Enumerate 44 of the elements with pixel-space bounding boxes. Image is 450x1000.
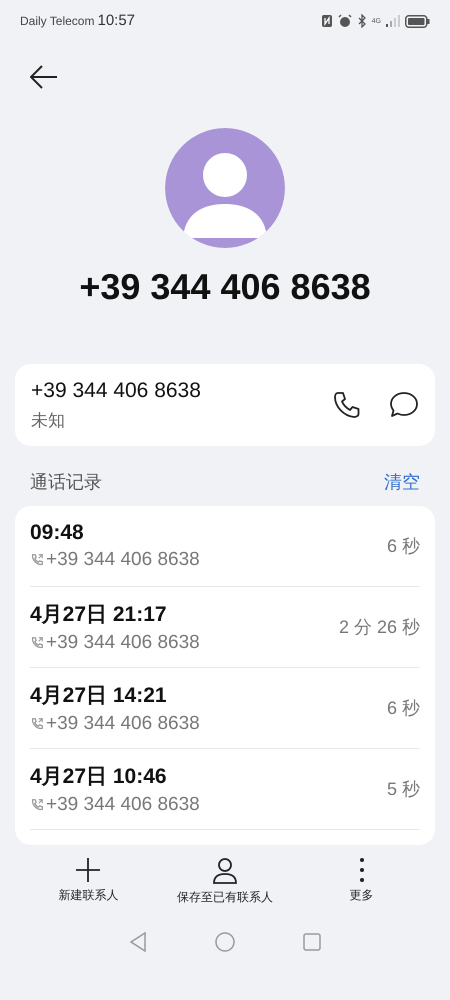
avatar-icon: [165, 128, 285, 248]
person-icon: [212, 857, 238, 885]
section-title: 通话记录: [30, 471, 102, 494]
call-time: 09:48: [30, 521, 85, 545]
call-duration: 5 秒: [386, 778, 420, 801]
action-button[interactable]: 更多: [296, 857, 427, 906]
recents-nav-icon[interactable]: [303, 933, 321, 951]
phone-icon: [30, 798, 44, 812]
call-time: 4月27日 21:17: [30, 602, 168, 628]
phone-icon: [30, 553, 44, 567]
clock: 10:57: [97, 12, 136, 29]
back-button[interactable]: [30, 65, 58, 89]
message-button[interactable]: [389, 391, 419, 419]
signal-icon: [386, 15, 400, 27]
back-nav-icon[interactable]: [129, 932, 147, 952]
call-time: 4月27日 10:46: [30, 764, 168, 790]
alarm-icon: [338, 14, 352, 28]
more-icon: [358, 857, 365, 883]
action-button[interactable]: 保存至已有联系人: [160, 857, 290, 906]
action-button[interactable]: 新建联系人: [23, 857, 154, 906]
plus-icon: [75, 857, 102, 883]
call-duration: 6 秒: [386, 535, 420, 558]
home-nav-icon[interactable]: [215, 932, 235, 952]
call-number: +39 344 406 8638: [46, 632, 200, 654]
call-button[interactable]: [333, 391, 361, 419]
clear-button[interactable]: 清空: [384, 470, 420, 494]
chat-bubble-icon: [389, 391, 419, 419]
carrier-name: Daily Telecom: [20, 14, 94, 28]
phone-icon: [30, 636, 44, 650]
phone-icon: [30, 717, 44, 731]
number-label: 未知: [31, 410, 66, 432]
contact-number-title: +39 344 406 8638: [78, 266, 372, 308]
phone-icon: [333, 391, 361, 419]
call-duration: 6 秒: [386, 697, 420, 720]
call-number: +39 344 406 8638: [46, 549, 200, 571]
phone-number: +39 344 406 8638: [31, 378, 202, 402]
nfc-icon: [320, 14, 333, 28]
call-duration: 2 分 26 秒: [338, 616, 420, 639]
call-number: +39 344 406 8638: [46, 713, 200, 735]
battery-icon: [405, 14, 430, 28]
bluetooth-icon: [356, 14, 367, 28]
back-icon: [30, 65, 58, 89]
call-number: +39 344 406 8638: [46, 794, 200, 816]
call-time: 4月27日 14:21: [30, 683, 168, 709]
